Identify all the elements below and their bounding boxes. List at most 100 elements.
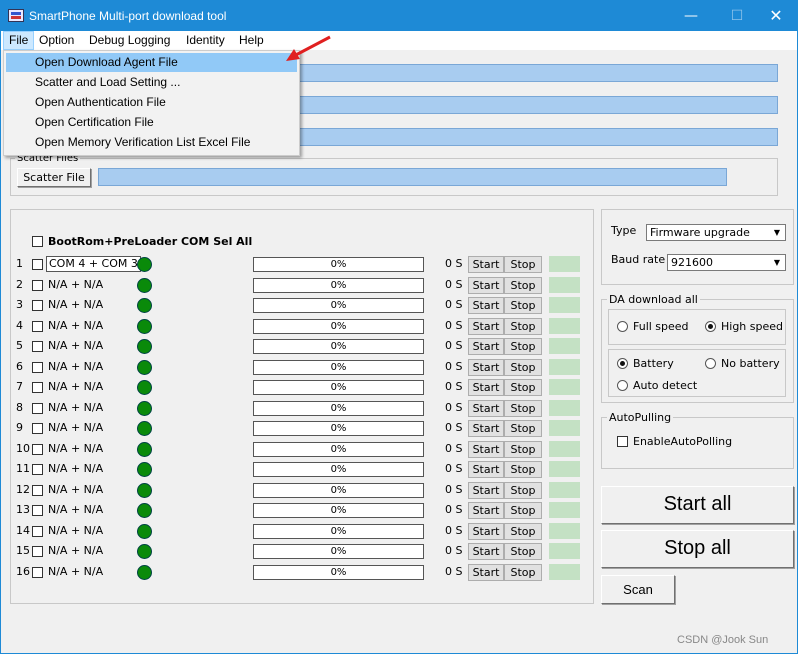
menu-open-memory-verification-list[interactable]: Open Memory Verification List Excel File: [6, 133, 297, 152]
port-status-box: [549, 318, 580, 334]
port-start-button[interactable]: Start: [468, 318, 504, 335]
port-checkbox[interactable]: [32, 485, 43, 496]
menu-file[interactable]: File: [3, 31, 35, 50]
app-icon: [8, 9, 24, 22]
menu-identity[interactable]: Identity: [181, 31, 230, 50]
port-checkbox[interactable]: [32, 382, 43, 393]
port-stop-button[interactable]: Stop: [504, 338, 542, 355]
chevron-down-icon: ▼: [770, 256, 784, 269]
file-dropdown-menu: Open Download Agent File Scatter and Loa…: [3, 50, 300, 156]
port-stop-button[interactable]: Stop: [504, 441, 542, 458]
start-all-button[interactable]: Start all: [601, 486, 794, 524]
port-start-button[interactable]: Start: [468, 359, 504, 376]
port-stop-button[interactable]: Stop: [504, 523, 542, 540]
port-checkbox[interactable]: [32, 546, 43, 557]
port-stop-button[interactable]: Stop: [504, 359, 542, 376]
port-checkbox[interactable]: [32, 464, 43, 475]
menu-help[interactable]: Help: [234, 31, 269, 50]
menu-scatter-load-setting[interactable]: Scatter and Load Setting ...: [6, 73, 297, 92]
port-stop-button[interactable]: Stop: [504, 318, 542, 335]
port-start-button[interactable]: Start: [468, 543, 504, 560]
high-speed-radio[interactable]: [705, 321, 716, 332]
port-start-button[interactable]: Start: [468, 461, 504, 478]
menu-debug-logging[interactable]: Debug Logging: [84, 31, 175, 50]
menu-open-download-agent-file[interactable]: Open Download Agent File: [6, 53, 297, 72]
port-checkbox[interactable]: [32, 567, 43, 578]
port-elapsed-time: 0 S: [445, 380, 463, 393]
port-status-box: [549, 482, 580, 498]
type-select[interactable]: Firmware upgrade ▼: [646, 224, 786, 241]
full-speed-radio[interactable]: [617, 321, 628, 332]
menu-open-authentication-file[interactable]: Open Authentication File: [6, 93, 297, 112]
port-start-button[interactable]: Start: [468, 297, 504, 314]
port-status-box: [549, 256, 580, 272]
port-start-button[interactable]: Start: [468, 400, 504, 417]
port-checkbox[interactable]: [32, 423, 43, 434]
port-checkbox[interactable]: [32, 362, 43, 373]
port-stop-button[interactable]: Stop: [504, 256, 542, 273]
port-progress: 0%: [253, 401, 424, 416]
port-checkbox[interactable]: [32, 280, 43, 291]
port-elapsed-time: 0 S: [445, 462, 463, 475]
port-stop-button[interactable]: Stop: [504, 400, 542, 417]
scan-button[interactable]: Scan: [601, 575, 675, 604]
stop-all-button[interactable]: Stop all: [601, 530, 794, 568]
port-stop-button[interactable]: Stop: [504, 277, 542, 294]
close-icon[interactable]: ✕: [753, 1, 798, 31]
port-elapsed-time: 0 S: [445, 483, 463, 496]
port-stop-button[interactable]: Stop: [504, 461, 542, 478]
menu-open-certification-file[interactable]: Open Certification File: [6, 113, 297, 132]
port-number: 8: [16, 401, 23, 414]
port-start-button[interactable]: Start: [468, 338, 504, 355]
port-number: 6: [16, 360, 23, 373]
port-number: 7: [16, 380, 23, 393]
port-checkbox[interactable]: [32, 505, 43, 516]
port-start-button[interactable]: Start: [468, 441, 504, 458]
auto-detect-radio[interactable]: [617, 380, 628, 391]
status-led-icon: [137, 421, 152, 436]
port-start-button[interactable]: Start: [468, 502, 504, 519]
battery-radio[interactable]: [617, 358, 628, 369]
port-start-button[interactable]: Start: [468, 256, 504, 273]
port-checkbox[interactable]: [32, 526, 43, 537]
port-start-button[interactable]: Start: [468, 523, 504, 540]
baud-rate-select[interactable]: 921600 ▼: [667, 254, 786, 271]
port-checkbox[interactable]: [32, 341, 43, 352]
port-stop-button[interactable]: Stop: [504, 420, 542, 437]
port-checkbox[interactable]: [32, 300, 43, 311]
port-stop-button[interactable]: Stop: [504, 543, 542, 560]
scatter-file-button[interactable]: Scatter File: [17, 168, 91, 187]
select-all-checkbox[interactable]: [32, 236, 43, 247]
port-name: N/A + N/A: [48, 442, 104, 455]
port-start-button[interactable]: Start: [468, 420, 504, 437]
port-progress: 0%: [253, 257, 424, 272]
port-checkbox[interactable]: [32, 444, 43, 455]
port-checkbox[interactable]: [32, 259, 43, 270]
port-checkbox[interactable]: [32, 321, 43, 332]
port-number: 14: [16, 524, 30, 537]
port-stop-button[interactable]: Stop: [504, 482, 542, 499]
status-led-icon: [137, 278, 152, 293]
port-name: N/A + N/A: [48, 483, 104, 496]
port-start-button[interactable]: Start: [468, 277, 504, 294]
full-speed-label: Full speed: [633, 320, 689, 333]
no-battery-radio[interactable]: [705, 358, 716, 369]
title-bar[interactable]: SmartPhone Multi-port download tool — ☐ …: [1, 1, 797, 31]
port-start-button[interactable]: Start: [468, 482, 504, 499]
menu-option[interactable]: Option: [34, 31, 79, 50]
port-start-button[interactable]: Start: [468, 379, 504, 396]
port-start-button[interactable]: Start: [468, 564, 504, 581]
port-stop-button[interactable]: Stop: [504, 379, 542, 396]
port-stop-button[interactable]: Stop: [504, 564, 542, 581]
status-led-icon: [137, 565, 152, 580]
minimize-icon[interactable]: —: [668, 1, 714, 31]
enable-autopolling-checkbox[interactable]: [617, 436, 628, 447]
download-agent-path: [251, 64, 778, 82]
port-stop-button[interactable]: Stop: [504, 297, 542, 314]
port-number: 10: [16, 442, 30, 455]
port-checkbox[interactable]: [32, 403, 43, 414]
port-stop-button[interactable]: Stop: [504, 502, 542, 519]
port-elapsed-time: 0 S: [445, 360, 463, 373]
port-name: N/A + N/A: [48, 319, 104, 332]
port-number: 13: [16, 503, 30, 516]
